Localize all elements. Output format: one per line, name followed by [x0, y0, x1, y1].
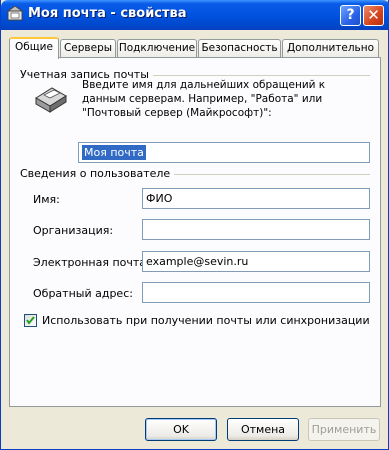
checkmark-icon: [26, 316, 35, 325]
cancel-button[interactable]: Отмена: [227, 418, 299, 441]
reply-address-input[interactable]: [142, 282, 370, 303]
tab-strip: Общие Серверы Подключение Безопасность Д…: [9, 37, 381, 59]
account-name-value: Моя почта: [82, 145, 146, 160]
general-tab-panel: Учетная запись почты Введите имя для дал…: [9, 57, 381, 407]
tab-general[interactable]: Общие: [9, 37, 59, 59]
close-button[interactable]: ✕: [363, 5, 384, 26]
apply-button[interactable]: Применить: [308, 418, 380, 441]
tab-security[interactable]: Безопасность: [198, 39, 281, 58]
account-description: Введите имя для дальнейших обращений к д…: [82, 79, 326, 119]
mail-account-icon: [7, 6, 24, 21]
tab-advanced[interactable]: Дополнительно: [282, 39, 379, 58]
title-bar[interactable]: Моя почта - свойства ? ✕: [1, 0, 389, 30]
help-button[interactable]: ?: [340, 5, 361, 26]
ok-button[interactable]: OK: [145, 418, 217, 441]
email-input[interactable]: example@sevin.ru: [142, 251, 370, 272]
name-input[interactable]: ФИО: [142, 188, 370, 209]
window-title: Моя почта - свойства: [28, 6, 187, 21]
sync-checkbox-label[interactable]: Использовать при получении почты или син…: [42, 314, 370, 327]
reply-address-label: Обратный адрес:: [33, 287, 133, 300]
mail-server-icon: [35, 87, 67, 113]
name-label: Имя:: [33, 193, 60, 206]
tab-servers[interactable]: Серверы: [60, 39, 116, 58]
account-name-input[interactable]: Моя почта: [78, 142, 370, 163]
user-group-title: Сведения о пользователе: [20, 167, 175, 180]
sync-checkbox[interactable]: [24, 314, 37, 327]
organization-label: Организация:: [33, 224, 114, 237]
tab-connection[interactable]: Подключение: [117, 39, 197, 58]
organization-input[interactable]: [142, 219, 370, 240]
properties-window: Моя почта - свойства ? ✕ Общие Серверы П…: [0, 0, 389, 450]
email-label: Электронная почта:: [33, 256, 150, 269]
